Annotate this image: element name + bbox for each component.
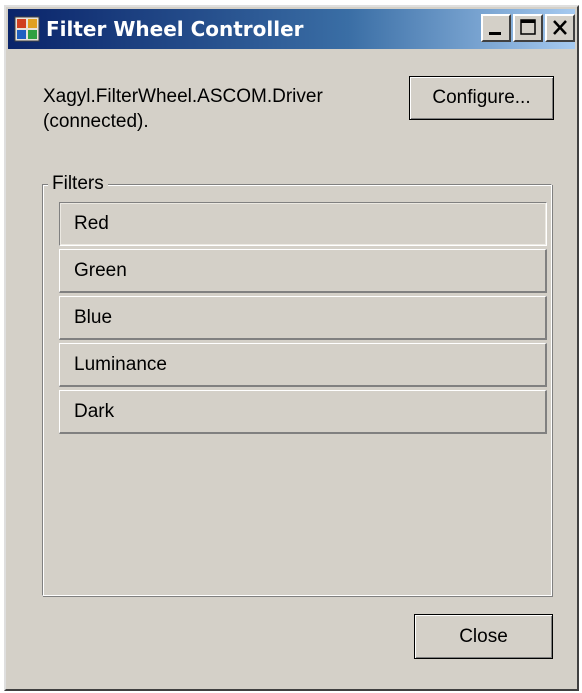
close-button[interactable]: Close	[414, 614, 553, 659]
close-icon	[553, 20, 567, 35]
title-bar[interactable]: Filter Wheel Controller	[8, 9, 575, 49]
window-title: Filter Wheel Controller	[46, 17, 304, 41]
close-window-button[interactable]	[545, 14, 575, 42]
maximize-icon	[520, 19, 536, 35]
minimize-icon	[489, 32, 501, 35]
app-window-icon[interactable]	[14, 16, 40, 42]
filters-group-label: Filters	[48, 173, 108, 195]
title-buttons	[479, 14, 575, 42]
maximize-button[interactable]	[513, 14, 543, 42]
minimize-button[interactable]	[481, 14, 511, 42]
connection-status: (connected).	[43, 111, 149, 132]
filter-list: Red Green Blue Luminance Dark	[59, 202, 547, 437]
filter-button-luminance[interactable]: Luminance	[59, 343, 547, 387]
configure-button[interactable]: Configure...	[409, 76, 554, 120]
filter-button-blue[interactable]: Blue	[59, 296, 547, 340]
filter-button-green[interactable]: Green	[59, 249, 547, 293]
driver-name: Xagyl.FilterWheel.ASCOM.Driver	[43, 86, 323, 107]
filter-button-dark[interactable]: Dark	[59, 390, 547, 434]
filter-button-red[interactable]: Red	[59, 202, 547, 246]
driver-status-text: Xagyl.FilterWheel.ASCOM.Driver (connecte…	[43, 84, 323, 134]
